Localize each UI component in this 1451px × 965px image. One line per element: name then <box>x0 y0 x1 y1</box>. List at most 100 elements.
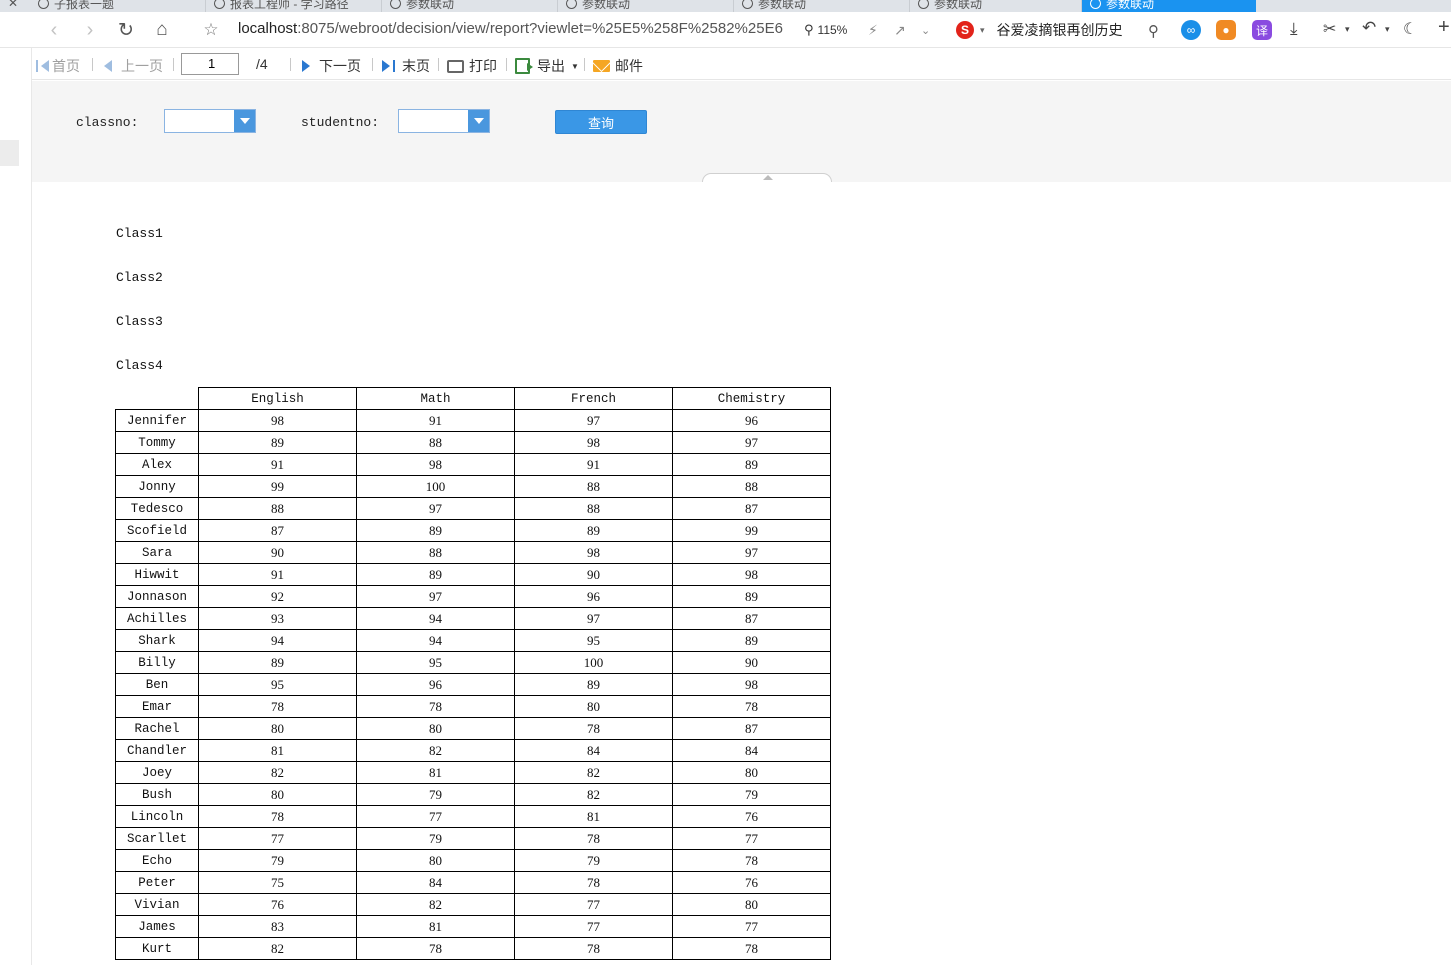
page-total: /4 <box>256 56 268 72</box>
reload-icon[interactable]: ↻ <box>112 16 140 44</box>
bookmark-star-icon[interactable]: ☆ <box>197 16 225 44</box>
back-arrow-icon[interactable]: ‹ <box>40 16 68 44</box>
score-cell: 98 <box>514 541 673 564</box>
student-name-cell: Echo <box>115 849 199 872</box>
chevron-down-icon[interactable] <box>468 110 489 132</box>
sidebar-handle[interactable] <box>0 140 19 166</box>
browser-tab-4[interactable]: 参数联动 <box>558 0 734 12</box>
score-cell: 97 <box>356 585 515 608</box>
new-tab-plus-icon[interactable]: + <box>1438 16 1450 39</box>
first-page-icon <box>36 60 38 72</box>
print-button[interactable]: 打印 <box>447 56 497 76</box>
score-cell: 78 <box>514 717 673 740</box>
first-page-button[interactable]: 首页 <box>36 56 80 76</box>
sogou-logo-icon[interactable]: S <box>956 21 974 39</box>
student-name-cell: Jennifer <box>115 409 199 432</box>
class-label-3[interactable]: Class3 <box>116 314 163 329</box>
globe-icon <box>742 0 753 9</box>
search-icon[interactable]: ⚲ <box>1148 22 1159 40</box>
browser-tab-1[interactable]: 子报表一题 <box>30 0 206 12</box>
score-cell: 95 <box>198 673 357 696</box>
class-label-1[interactable]: Class1 <box>116 226 163 241</box>
page-number-input[interactable]: 1 <box>181 53 239 75</box>
url-path: :8075/webroot/decision/view/report?viewl… <box>297 20 783 37</box>
score-cell: 87 <box>672 717 831 740</box>
score-cell: 77 <box>672 915 831 938</box>
student-name-cell: Jonnason <box>115 585 199 608</box>
score-cell: 97 <box>514 607 673 630</box>
browser-tab-3[interactable]: 参数联动 <box>382 0 558 12</box>
browser-tab-6[interactable]: 参数联动 <box>910 0 1082 12</box>
game-controller-icon[interactable]: ● <box>1216 20 1236 40</box>
tab-close-icon[interactable]: ✕ <box>0 0 30 12</box>
studentno-select[interactable] <box>398 109 490 133</box>
mail-button[interactable]: 邮件 <box>593 56 643 76</box>
table-row: Jonnason 92 97 96 89 <box>115 585 831 608</box>
score-cell: 94 <box>356 629 515 652</box>
tab-label: 子报表一题 <box>54 0 115 11</box>
score-cell: 98 <box>672 673 831 696</box>
student-name-cell: Emar <box>115 695 199 718</box>
class-label-4[interactable]: Class4 <box>116 358 163 373</box>
student-name-cell: Joey <box>115 761 199 784</box>
query-button[interactable]: 查询 <box>555 110 647 134</box>
translate-label: 译 <box>1255 23 1268 38</box>
browser-tab-5[interactable]: 参数联动 <box>734 0 910 12</box>
browser-tab-2[interactable]: 报表工程师 - 学习路径 <box>206 0 382 12</box>
score-cell: 100 <box>356 475 515 498</box>
home-icon[interactable]: ⌂ <box>148 16 176 44</box>
scissors-icon[interactable]: ✂ <box>1323 19 1336 39</box>
chevron-down-icon[interactable]: ▾ <box>1345 24 1350 35</box>
share-icon[interactable]: ↗ <box>894 22 906 39</box>
chevron-down-icon[interactable]: ▾ <box>1385 24 1390 35</box>
translate-icon[interactable]: 译 <box>1252 20 1272 40</box>
zoom-indicator[interactable]: ⚲ 115% <box>804 22 847 38</box>
search-box[interactable]: S ▾ 谷爱凌摘银再创历史 <box>956 20 1123 40</box>
last-page-button[interactable]: 末页 <box>382 56 430 76</box>
export-label: 导出 <box>537 58 565 74</box>
score-cell: 91 <box>198 563 357 586</box>
score-cell: 80 <box>514 695 673 718</box>
report-content: Class1 Class2 Class3 Class4 English Math F… <box>32 182 1451 965</box>
night-mode-icon[interactable]: ☾ <box>1403 19 1417 39</box>
chevron-down-icon[interactable] <box>234 110 255 132</box>
toolbar-divider <box>584 58 585 71</box>
score-cell: 100 <box>514 651 673 674</box>
table-corner-cell <box>115 387 199 410</box>
prev-page-button[interactable]: 上一页 <box>104 56 163 76</box>
search-suggestion[interactable]: 谷爱凌摘银再创历史 <box>997 20 1123 40</box>
undo-icon[interactable]: ↶ <box>1362 18 1376 38</box>
collapse-panel-handle[interactable] <box>702 173 832 182</box>
forward-arrow-icon[interactable]: › <box>76 16 104 44</box>
table-header-row: English Math French Chemistry <box>115 387 831 410</box>
score-cell: 81 <box>514 805 673 828</box>
student-name-cell: Scofield <box>115 519 199 542</box>
student-name-cell: Rachel <box>115 717 199 740</box>
next-page-button[interactable]: 下一页 <box>302 56 361 76</box>
score-cell: 87 <box>198 519 357 542</box>
table-row: Vivian 76 82 77 80 <box>115 893 831 916</box>
student-name-cell: Scarllet <box>115 827 199 850</box>
class-label-2[interactable]: Class2 <box>116 270 163 285</box>
export-button[interactable]: 导出 ▼ <box>515 56 579 76</box>
chevron-down-icon[interactable]: ▾ <box>980 25 985 36</box>
classno-select[interactable] <box>164 109 256 133</box>
student-name-cell: Tommy <box>115 431 199 454</box>
table-row: Joey 82 81 82 80 <box>115 761 831 784</box>
score-cell: 90 <box>198 541 357 564</box>
chevron-down-icon[interactable]: ⌄ <box>921 24 930 37</box>
score-cell: 78 <box>514 871 673 894</box>
url-field[interactable]: localhost:8075/webroot/decision/view/rep… <box>238 20 783 37</box>
column-header: English <box>198 387 357 410</box>
score-cell: 82 <box>198 761 357 784</box>
download-icon[interactable]: ⤓ <box>1290 19 1298 39</box>
table-row: Shark 94 94 95 89 <box>115 629 831 652</box>
table-row: Scarllet 77 79 78 77 <box>115 827 831 850</box>
browser-tab-active[interactable]: 参数联动 <box>1082 0 1256 12</box>
score-cell: 98 <box>198 409 357 432</box>
score-cell: 80 <box>356 717 515 740</box>
lightning-icon[interactable]: ⚡ <box>868 22 878 39</box>
score-cell: 88 <box>198 497 357 520</box>
infinity-extension-icon[interactable]: ∞ <box>1181 20 1201 40</box>
score-cell: 88 <box>514 497 673 520</box>
